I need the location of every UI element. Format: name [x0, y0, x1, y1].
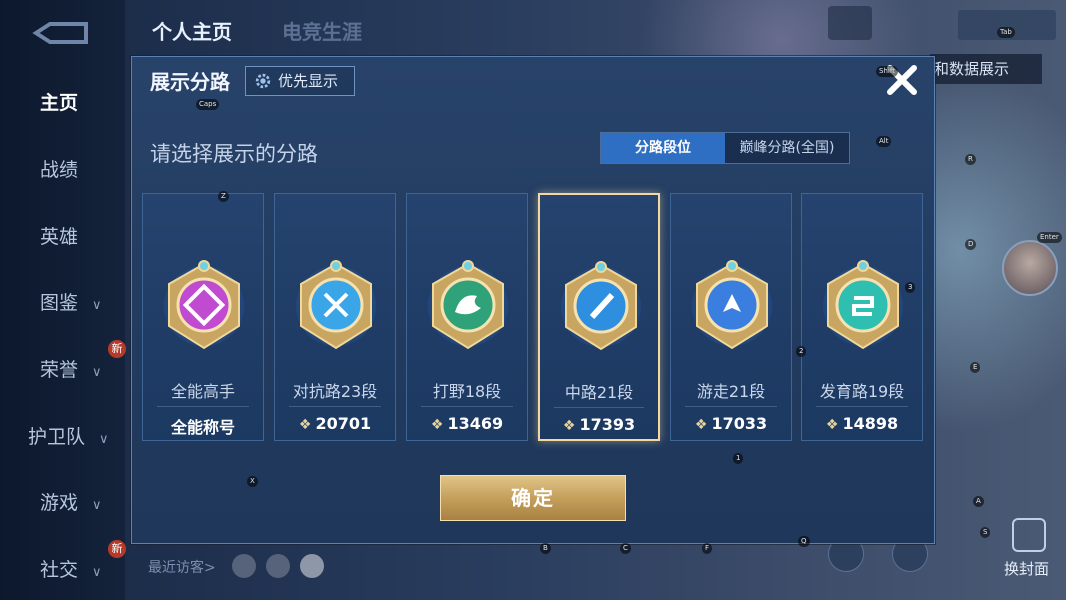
- lane-card-score-value: 17033: [711, 414, 768, 433]
- key-hint-badge: Shift: [876, 66, 898, 77]
- tab-lane-rank[interactable]: 分路段位: [601, 133, 725, 163]
- lane-mode-toggle: 分路段位 巅峰分路(全国): [600, 132, 850, 164]
- chevron-down-icon: ∨: [92, 565, 102, 580]
- clash-lane-emblem-icon: [293, 256, 379, 352]
- nav-item[interactable]: 主页: [40, 88, 78, 115]
- lane-card-name: 全能高手: [170, 382, 235, 401]
- chevron-down-icon: ∨: [92, 298, 102, 313]
- mid-lane-emblem-icon: [558, 257, 644, 353]
- lane-card-score: ❖ 17393: [540, 415, 658, 434]
- top-tabs: 个人主页 电竞生涯: [152, 16, 362, 45]
- lane-card-score-value: 14898: [842, 414, 899, 433]
- tab-profile[interactable]: 个人主页: [152, 16, 232, 45]
- lane-score-icon: ❖: [694, 417, 708, 433]
- nav-item[interactable]: 图鉴 ∨: [40, 288, 102, 315]
- key-hint-badge: Enter: [1037, 232, 1062, 243]
- key-hint-badge: Alt: [876, 136, 892, 147]
- lane-card-name: 对抗路23段: [292, 382, 378, 401]
- new-badge: 新: [108, 340, 126, 358]
- lane-card[interactable]: 对抗路23段 ❖ 20701: [274, 193, 396, 441]
- nav-item-label: 社交: [40, 559, 79, 581]
- key-hint-badge: Caps: [196, 99, 220, 110]
- lane-card-score: ❖ 20701: [275, 414, 395, 433]
- lane-card-score-value: 17393: [579, 415, 636, 434]
- lane-card-name: 游走21段: [696, 382, 766, 401]
- lane-card[interactable]: 游走21段 ❖ 17033: [670, 193, 792, 441]
- key-hint-badge: A: [973, 496, 984, 507]
- roam-emblem-icon: [689, 256, 775, 352]
- lane-card-score-value: 13469: [447, 414, 504, 433]
- nav-item[interactable]: 战绩: [40, 155, 78, 182]
- tab-peak-lane[interactable]: 巅峰分路(全国): [725, 133, 849, 163]
- lane-card-name: 中路21段: [564, 383, 634, 402]
- priority-display-label: 优先显示: [278, 72, 339, 90]
- farm-lane-emblem-icon: [820, 256, 906, 352]
- lane-score-icon: ❖: [430, 417, 444, 433]
- lane-card[interactable]: 发育路19段 ❖ 14898: [801, 193, 923, 441]
- back-icon[interactable]: [32, 20, 88, 46]
- new-badge: 新: [108, 540, 126, 558]
- tab-esports[interactable]: 电竞生涯: [282, 16, 362, 45]
- divider: [157, 406, 249, 407]
- lane-card-name: 发育路19段: [819, 382, 905, 401]
- dialog-title: 展示分路: [150, 70, 230, 94]
- lane-card-score: ❖ 13469: [407, 414, 527, 433]
- nav-item-label: 荣誉: [40, 359, 79, 381]
- priority-display-button[interactable]: 优先显示: [245, 66, 355, 96]
- key-hint-badge: B: [540, 543, 551, 554]
- nav-item[interactable]: 护卫队 ∨: [28, 422, 109, 449]
- jungle-emblem-icon: [425, 256, 511, 352]
- lane-card-score: 全能称号: [143, 414, 263, 438]
- key-hint-badge: Tab: [997, 27, 1015, 38]
- key-hint-badge: C: [620, 543, 631, 554]
- lane-card-score: ❖ 17033: [671, 414, 791, 433]
- nav-item-label: 护卫队: [28, 426, 86, 448]
- switch-cover-icon[interactable]: [1012, 518, 1046, 552]
- divider: [554, 407, 644, 408]
- lane-card-score: ❖ 14898: [802, 414, 922, 433]
- key-hint-badge: Q: [798, 536, 810, 547]
- divider: [421, 406, 513, 407]
- visitor-avatar[interactable]: [266, 554, 290, 578]
- key-hint-badge: F: [702, 543, 713, 554]
- chevron-down-icon: ∨: [92, 365, 102, 380]
- top-bar-button[interactable]: [828, 6, 872, 40]
- lane-card[interactable]: 中路21段 ❖ 17393: [538, 193, 660, 441]
- lane-card[interactable]: 打野18段 ❖ 13469: [406, 193, 528, 441]
- confirm-button[interactable]: 确定: [440, 475, 626, 521]
- avatar[interactable]: [1002, 240, 1058, 296]
- lane-card[interactable]: 全能高手 全能称号: [142, 193, 264, 441]
- dialog-subtitle: 请选择展示的分路: [150, 142, 318, 166]
- switch-cover-label[interactable]: 换封面: [1004, 558, 1049, 579]
- nav-item-label: 英雄: [40, 226, 79, 248]
- lane-card-score-value: 全能称号: [170, 418, 235, 437]
- data-display-tab[interactable]: 和数据展示: [930, 54, 1042, 84]
- gear-icon: [255, 73, 271, 89]
- lane-card-name: 打野18段: [432, 382, 502, 401]
- lane-score-icon: ❖: [298, 417, 312, 433]
- key-hint-badge: X: [247, 476, 258, 487]
- visitor-avatar[interactable]: [300, 554, 324, 578]
- nav-item[interactable]: 游戏 ∨: [40, 488, 102, 515]
- divider: [816, 406, 908, 407]
- chevron-down-icon: ∨: [99, 432, 109, 447]
- lane-score-icon: ❖: [562, 418, 576, 434]
- nav-item-label: 游戏: [40, 492, 79, 514]
- key-hint-badge: Z: [218, 191, 229, 202]
- nav-item[interactable]: 荣誉 ∨: [40, 355, 102, 382]
- nav-item-label: 图鉴: [40, 292, 79, 314]
- lane-card-score-value: 20701: [315, 414, 372, 433]
- nav-item-label: 战绩: [40, 159, 79, 181]
- visitor-avatar[interactable]: [232, 554, 256, 578]
- divider: [685, 406, 777, 407]
- nav-item[interactable]: 社交 ∨: [40, 555, 102, 582]
- all-round-emblem-icon: [161, 256, 247, 352]
- key-hint-badge: R: [965, 154, 976, 165]
- divider: [289, 406, 381, 407]
- recent-visitors-link[interactable]: 最近访客>: [148, 557, 216, 577]
- nav-item-label: 主页: [40, 92, 79, 114]
- lane-score-icon: ❖: [825, 417, 839, 433]
- chevron-down-icon: ∨: [92, 498, 102, 513]
- nav-item[interactable]: 英雄: [40, 222, 78, 249]
